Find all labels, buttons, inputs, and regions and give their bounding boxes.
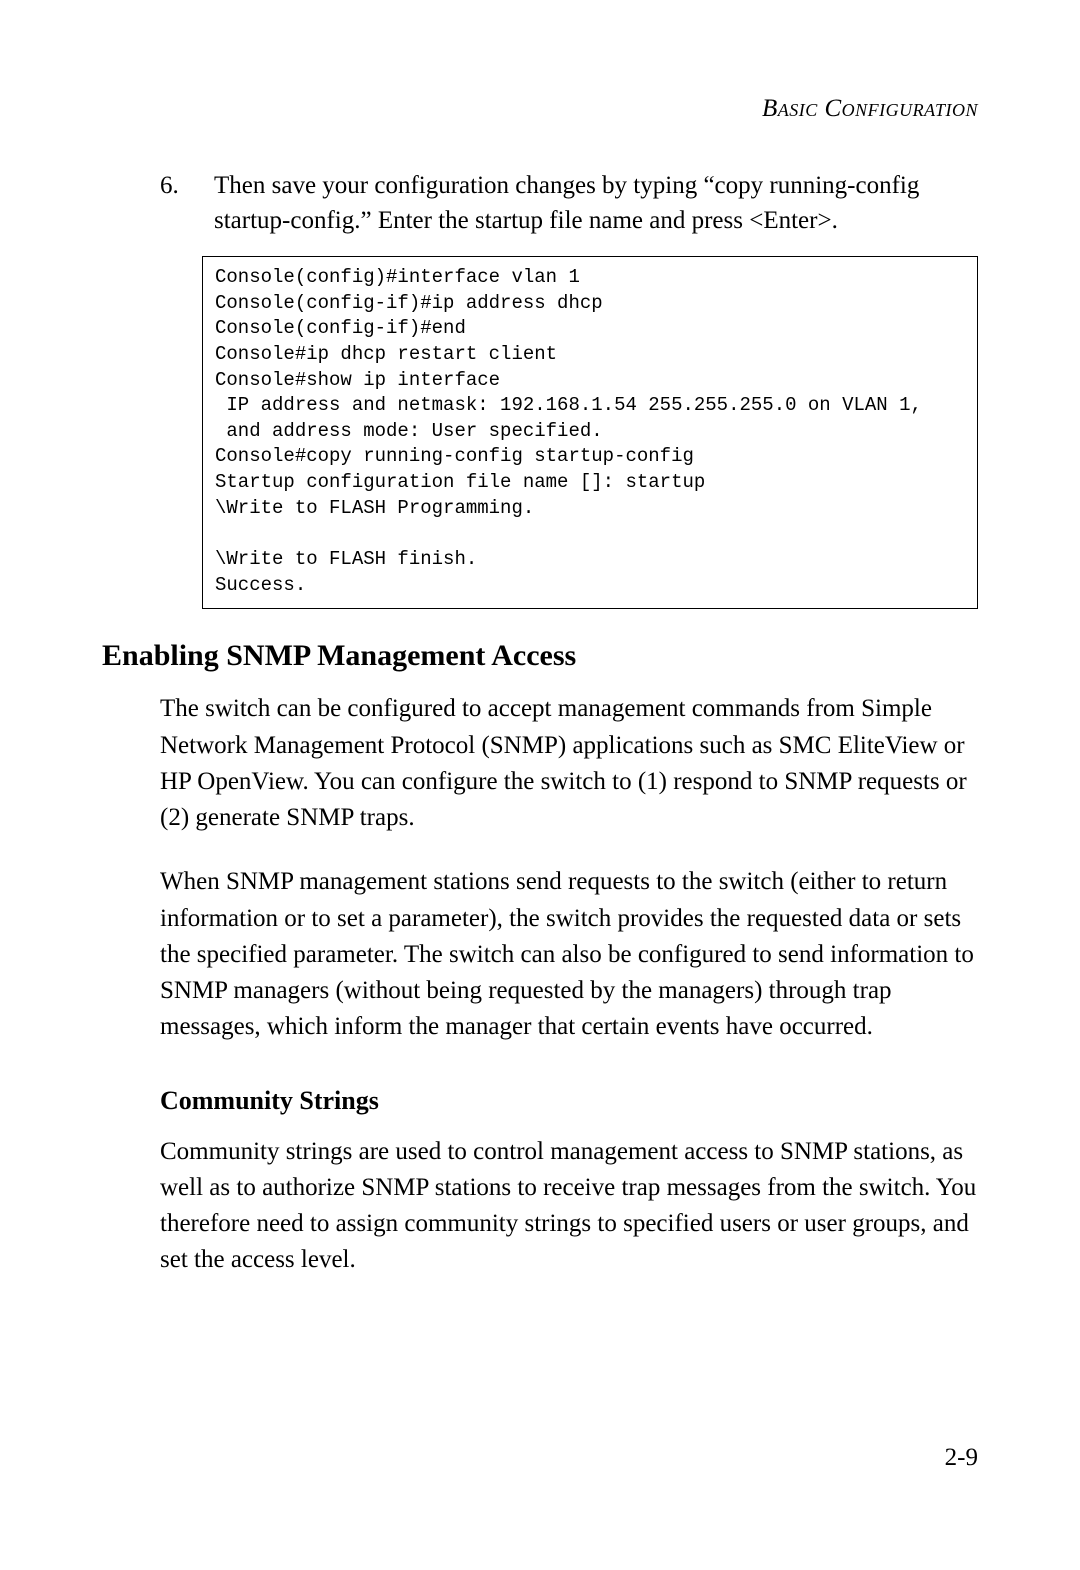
list-step-6: 6. Then save your configuration changes … <box>160 168 978 238</box>
page-number: 2-9 <box>945 1444 978 1472</box>
content-area: 6. Then save your configuration changes … <box>160 168 978 1279</box>
section-heading: Enabling SNMP Management Access <box>102 639 978 673</box>
step-text: Then save your configuration changes by … <box>214 168 978 238</box>
console-code-block: Console(config)#interface vlan 1 Console… <box>202 256 978 609</box>
body-paragraph: When SNMP management stations send reque… <box>160 864 978 1045</box>
page: Basic Configuration 6. Then save your co… <box>0 0 1080 1570</box>
body-paragraph: Community strings are used to control ma… <box>160 1134 978 1279</box>
step-number: 6. <box>160 168 194 238</box>
subsection-heading: Community Strings <box>160 1086 978 1116</box>
running-header: Basic Configuration <box>762 95 978 123</box>
body-paragraph: The switch can be configured to accept m… <box>160 691 978 836</box>
